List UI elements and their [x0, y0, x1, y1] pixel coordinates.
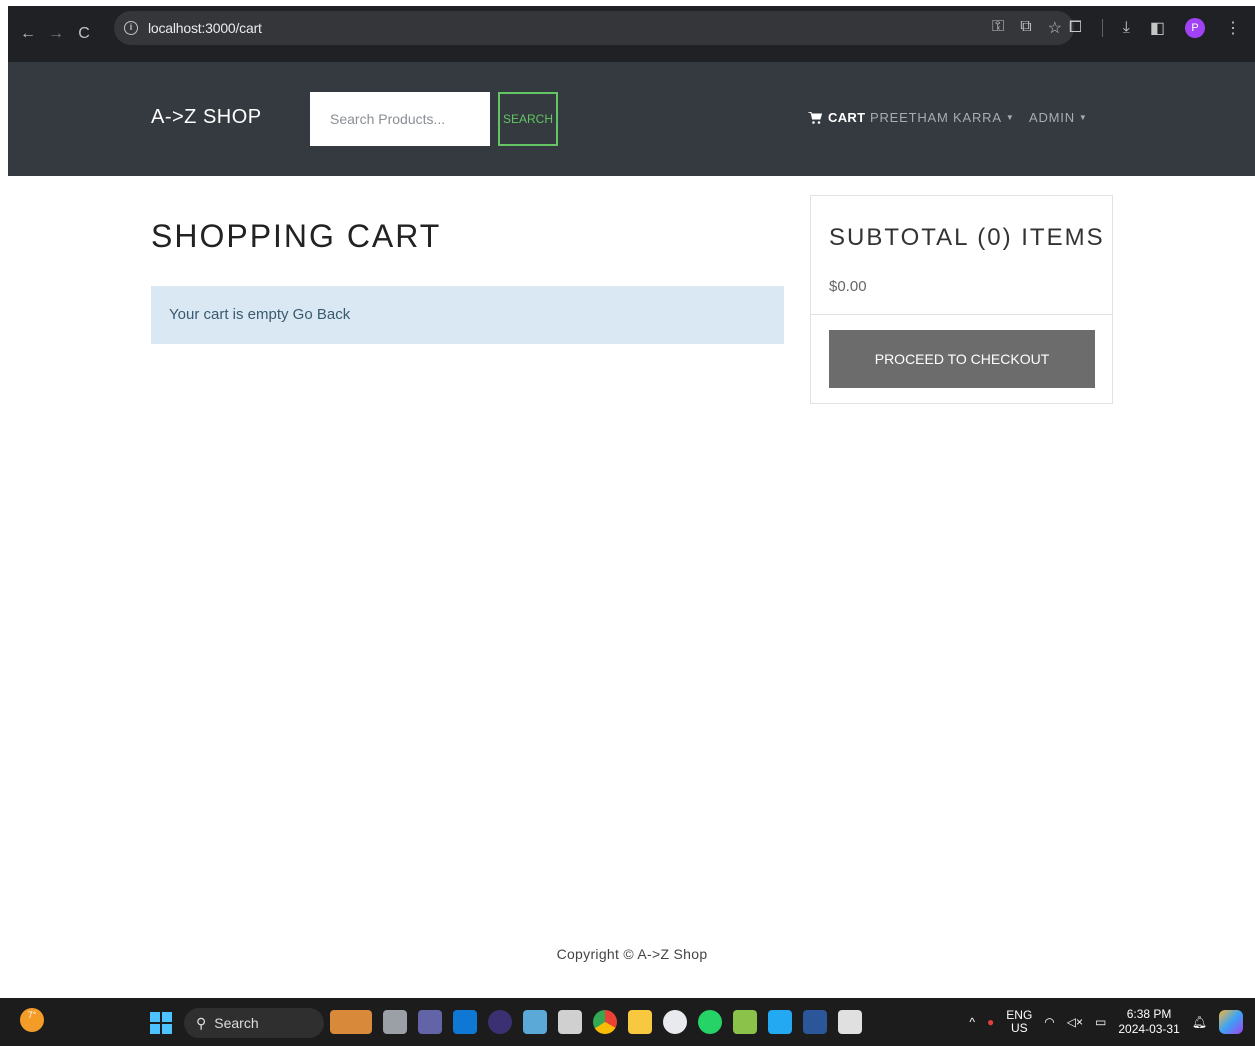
whatsapp-icon[interactable] [698, 1010, 722, 1034]
url-text[interactable]: localhost:3000/cart [148, 20, 262, 36]
nav-cart-link[interactable]: CART [808, 110, 865, 125]
back-icon[interactable]: ← [14, 25, 42, 43]
brand-logo[interactable]: A->Z SHOP [151, 106, 262, 129]
user-name: PREETHAM KARRA [870, 110, 1002, 125]
empty-cart-message: Your cart is empty [169, 306, 289, 323]
language-indicator[interactable]: ENG US [1006, 1009, 1032, 1035]
page-title: SHOPPING CART [151, 218, 442, 254]
volume-mute-icon[interactable]: ◁× [1067, 1015, 1083, 1029]
clock-time: 6:38 PM [1126, 1007, 1172, 1021]
cart-label: CART [828, 110, 866, 125]
search-input[interactable] [310, 92, 490, 146]
clock[interactable]: 6:38 PM 2024-03-31 [1118, 1007, 1179, 1037]
menu-kebab-icon[interactable]: ⋮ [1225, 18, 1241, 38]
windows-start-icon[interactable] [150, 1012, 172, 1034]
forward-icon[interactable]: → [42, 25, 70, 43]
site-info-icon[interactable]: i [124, 21, 138, 35]
database-app-icon[interactable] [523, 1010, 547, 1034]
caret-down-icon: ▼ [1078, 113, 1088, 122]
chevron-up-icon[interactable]: ^ [969, 1015, 975, 1029]
extensions-icon[interactable]: ⧠ [1069, 19, 1082, 37]
calculator-icon[interactable] [558, 1010, 582, 1034]
chrome-icon[interactable] [593, 1010, 617, 1034]
vpn-app-icon[interactable] [663, 1010, 687, 1034]
os-taskbar: 7° ⚲ Search ^ ● ENG US ◠ ◁× ▭ 6:38 PM 20 [0, 998, 1255, 1046]
people-app-icon[interactable] [330, 1010, 372, 1034]
region-code: US [1010, 1021, 1028, 1035]
taskbar-search-label: Search [214, 1015, 259, 1031]
reload-icon[interactable]: C [70, 25, 98, 43]
subtotal-title: SUBTOTAL (0) ITEMS [829, 224, 1105, 251]
snipping-tool-icon[interactable] [838, 1010, 862, 1034]
task-view-icon[interactable] [383, 1010, 407, 1034]
address-bar[interactable]: i localhost:3000/cart ⚿ ⧉ ☆ [114, 11, 1074, 45]
download-icon[interactable]: ⤓ [1123, 19, 1130, 37]
admin-label: ADMIN [1029, 110, 1075, 125]
bookmark-star-icon[interactable]: ☆ [1048, 18, 1062, 38]
taskbar-search[interactable]: ⚲ Search [184, 1008, 324, 1038]
go-back-link[interactable]: Go Back [293, 306, 351, 323]
proceed-to-checkout-button[interactable]: PROCEED TO CHECKOUT [829, 330, 1095, 388]
system-tray: ^ ● ENG US ◠ ◁× ▭ 6:38 PM 2024-03-31 🔔︎ [969, 998, 1255, 1046]
battery-icon[interactable]: ▭ [1095, 1015, 1106, 1029]
vscode-icon[interactable] [768, 1010, 792, 1034]
teams-icon[interactable] [418, 1010, 442, 1034]
search-icon: ⚲ [196, 1014, 207, 1031]
caret-down-icon: ▼ [1005, 113, 1015, 122]
user-dropdown[interactable]: PREETHAM KARRA ▼ [870, 110, 1015, 125]
notification-bell-icon[interactable]: 🔔︎ [1192, 1015, 1207, 1029]
password-key-icon[interactable]: ⚿ [992, 18, 1004, 38]
file-explorer-icon[interactable] [628, 1010, 652, 1034]
empty-cart-alert: Your cart is empty Go Back [151, 286, 784, 344]
profile-avatar[interactable]: P [1185, 18, 1205, 38]
toolbar-separator [1101, 19, 1103, 37]
install-app-icon[interactable]: ⧉ [1020, 18, 1031, 38]
summary-divider [811, 314, 1112, 315]
word-icon[interactable] [803, 1010, 827, 1034]
clock-date: 2024-03-31 [1118, 1022, 1180, 1036]
taskbar-apps [330, 1010, 862, 1034]
subtotal-price: $0.00 [829, 278, 867, 295]
notepad-plus-icon[interactable] [733, 1010, 757, 1034]
eclipse-icon[interactable] [488, 1010, 512, 1034]
app-navbar: A->Z SHOP SEARCH CART PREETHAM KARRA▼ AD… [8, 62, 1255, 176]
footer-copyright: Copyright © A->Z Shop [556, 946, 708, 962]
copilot-icon[interactable] [1219, 1010, 1243, 1034]
antivirus-icon[interactable]: ● [987, 1015, 994, 1029]
side-panel-icon[interactable]: ◧ [1150, 18, 1165, 38]
wifi-icon[interactable]: ◠ [1044, 1015, 1054, 1029]
search-button[interactable]: SEARCH [498, 92, 558, 146]
outlook-icon[interactable] [453, 1010, 477, 1034]
admin-dropdown[interactable]: ADMIN ▼ [1029, 110, 1088, 125]
browser-toolbar: ← → C i localhost:3000/cart ⚿ ⧉ ☆ ⧠ ⤓ ◧ … [8, 6, 1255, 62]
cart-icon [808, 111, 822, 124]
weather-widget[interactable]: 7° [20, 1008, 44, 1032]
order-summary-card: SUBTOTAL (0) ITEMS $0.00 PROCEED TO CHEC… [810, 195, 1113, 404]
